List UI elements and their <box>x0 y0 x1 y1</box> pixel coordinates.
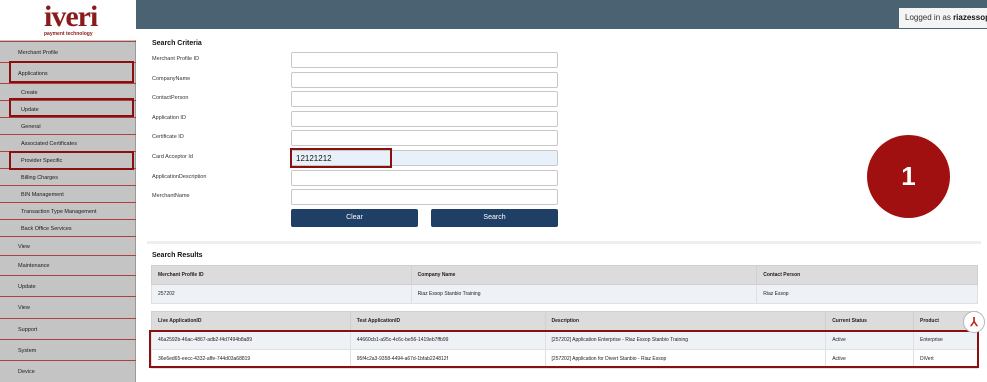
sidebar-item-label: Support <box>18 327 38 333</box>
logo: iveri payment technology <box>0 0 136 40</box>
field-label: CompanyName <box>152 76 191 82</box>
sidebar-item-label: BIN Management <box>21 192 64 198</box>
sidebar-item-label: Back Office Services <box>21 226 72 232</box>
sidebar-item-associated-certificates[interactable]: Associated Certificates <box>0 134 136 151</box>
sidebar-item-transaction-type-management[interactable]: Transaction Type Management <box>0 202 136 219</box>
logo-wordmark: iveri <box>44 0 98 33</box>
table-cell: Riaz Essop Stanbio Training <box>410 284 758 304</box>
field-label: Merchant Profile ID <box>152 56 200 62</box>
logo-tagline: payment technology <box>44 31 93 37</box>
contactperson-input[interactable] <box>291 91 558 107</box>
top-bar: Logged in as riazessop <box>136 0 987 29</box>
companyname-input[interactable] <box>291 72 558 88</box>
highlight-application-rows <box>149 330 979 368</box>
search-button[interactable]: Search <box>431 209 558 227</box>
logged-in-label: Logged in as <box>905 13 951 22</box>
applicationdescription-input[interactable] <box>291 170 558 186</box>
merchant-table: Merchant Profile ID Company Name Contact P… <box>151 265 978 304</box>
sidebar-item-label: System <box>18 348 37 354</box>
certificate-id-input[interactable] <box>291 130 558 146</box>
sidebar-item-label: Update <box>18 284 36 290</box>
pdf-icon[interactable]: ⅄ <box>963 311 985 333</box>
sidebar-item-general[interactable]: General <box>0 117 136 134</box>
field-label: Application ID <box>152 115 186 121</box>
sidebar-item-device[interactable]: Device <box>0 360 136 382</box>
highlight-update <box>9 98 134 117</box>
field-label: ContactPerson <box>152 95 189 101</box>
field-label: Card Acceptor Id <box>152 154 193 160</box>
table-cell: Riaz Essop <box>756 284 978 304</box>
login-status: Logged in as riazessop <box>899 8 987 28</box>
sidebar-item-view[interactable]: View <box>0 296 136 318</box>
sidebar-item-billing-charges[interactable]: Billing Charges <box>0 168 136 185</box>
sidebar-item-label: Maintenance <box>18 263 50 269</box>
field-label: MerchantName <box>152 193 190 199</box>
highlight-provider-specific <box>9 151 134 170</box>
username: riazessop <box>953 13 987 22</box>
column-header: Current Status <box>825 311 915 331</box>
sidebar-item-label: Associated Certificates <box>21 141 77 147</box>
merchant-profile-id-input[interactable] <box>291 52 558 68</box>
application-id-input[interactable] <box>291 111 558 127</box>
sidebar-item-label: Create <box>21 90 38 96</box>
field-label: Certificate ID <box>152 134 184 140</box>
highlight-applications <box>9 61 134 83</box>
sidebar-item-label: Device <box>18 369 35 375</box>
column-header: Contact Person <box>756 265 978 285</box>
highlight-card-acceptor-id <box>290 148 392 168</box>
clear-button[interactable]: Clear <box>291 209 418 227</box>
sidebar-item-label: View <box>18 305 30 311</box>
sidebar-item-view[interactable]: View <box>0 236 136 255</box>
section-divider <box>147 241 981 244</box>
merchantname-input[interactable] <box>291 189 558 205</box>
table-cell: 257202 <box>151 284 412 304</box>
field-label: ApplicationDescription <box>152 174 207 180</box>
sidebar-item-label: Merchant Profile <box>18 50 59 56</box>
sidebar-item-label: General <box>21 124 41 130</box>
sidebar-item-maintenance[interactable]: Maintenance <box>0 255 136 275</box>
sidebar: iveri payment technology Merchant Profil… <box>0 0 136 382</box>
sidebar-item-update[interactable]: Update <box>0 275 136 296</box>
sidebar-item-label: View <box>18 244 30 250</box>
sidebar-item-system[interactable]: System <box>0 339 136 360</box>
sidebar-item-label: Transaction Type Management <box>21 209 97 215</box>
sidebar-item-label: Billing Charges <box>21 175 58 181</box>
search-criteria-title: Search Criteria <box>152 40 202 47</box>
column-header: Test ApplicationID <box>349 311 546 331</box>
sidebar-item-merchant-profile[interactable]: Merchant Profile <box>0 41 136 62</box>
search-results-title: Search Results <box>152 252 203 259</box>
column-header: Live ApplicationID <box>151 311 351 331</box>
column-header: Company Name <box>410 265 758 285</box>
column-header: Merchant Profile ID <box>151 265 412 285</box>
sidebar-item-back-office-services[interactable]: Back Office Services <box>0 219 136 236</box>
sidebar-item-bin-management[interactable]: BIN Management <box>0 185 136 202</box>
table-row[interactable]: 257202 Riaz Essop Stanbio Training Riaz Es… <box>151 284 978 304</box>
column-header: Description <box>544 311 827 331</box>
step-number-badge: 1 <box>867 135 950 218</box>
sidebar-item-support[interactable]: Support <box>0 318 136 339</box>
